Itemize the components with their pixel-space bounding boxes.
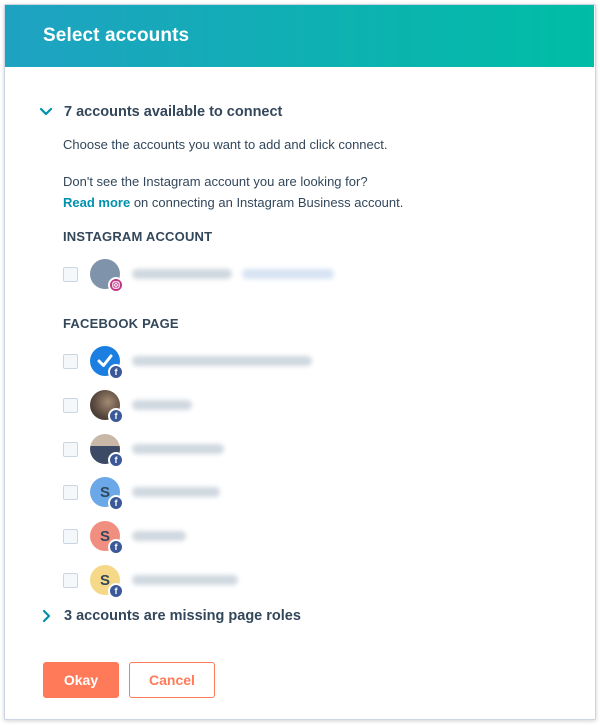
avatar: [90, 259, 124, 293]
account-handle-redacted: [242, 269, 334, 279]
chevron-down-icon: [39, 107, 53, 116]
instructions-text: Choose the accounts you want to add and …: [63, 137, 388, 152]
account-name-redacted: [132, 269, 232, 279]
account-checkbox[interactable]: [63, 266, 78, 282]
available-accounts-title: 7 accounts available to connect: [64, 104, 283, 120]
facebook-icon: f: [108, 408, 124, 424]
page-name-redacted: [132, 356, 312, 366]
facebook-page-row[interactable]: S f: [63, 563, 238, 599]
read-more-link[interactable]: Read more: [63, 195, 130, 210]
dialog-header: Select accounts: [5, 5, 594, 67]
account-checkbox[interactable]: [63, 572, 78, 588]
account-checkbox[interactable]: [63, 441, 78, 457]
facebook-page-row[interactable]: f: [63, 432, 224, 468]
available-accounts-toggle[interactable]: 7 accounts available to connect: [38, 104, 282, 120]
account-checkbox[interactable]: [63, 528, 78, 544]
facebook-page-row[interactable]: f: [63, 344, 312, 380]
account-checkbox[interactable]: [63, 397, 78, 413]
facebook-page-row[interactable]: S f: [63, 475, 220, 511]
instagram-group-heading: INSTAGRAM ACCOUNT: [63, 229, 213, 244]
chevron-right-icon: [42, 609, 51, 623]
page-name-redacted: [132, 400, 192, 410]
facebook-icon: f: [108, 495, 124, 511]
facebook-icon: f: [108, 583, 124, 599]
dialog-title: Select accounts: [43, 25, 190, 46]
avatar: f: [90, 390, 124, 424]
facebook-page-row[interactable]: S f: [63, 519, 186, 555]
okay-button[interactable]: Okay: [43, 662, 119, 698]
avatar: f: [90, 346, 124, 380]
read-more-line: Read more on connecting an Instagram Bus…: [63, 194, 403, 212]
facebook-icon: f: [108, 364, 124, 380]
facebook-icon: f: [108, 539, 124, 555]
page-name-redacted: [132, 487, 220, 497]
facebook-group-heading: FACEBOOK PAGE: [63, 316, 179, 331]
avatar: S f: [90, 521, 124, 555]
instagram-icon: [108, 277, 124, 293]
cancel-button[interactable]: Cancel: [129, 662, 215, 698]
page-name-redacted: [132, 575, 238, 585]
avatar: S f: [90, 565, 124, 599]
account-checkbox[interactable]: [63, 484, 78, 500]
avatar: f: [90, 434, 124, 468]
missing-account-notice: Don't see the Instagram account you are …: [63, 174, 368, 189]
facebook-page-row[interactable]: f: [63, 388, 192, 424]
page-name-redacted: [132, 531, 186, 541]
facebook-icon: f: [108, 452, 124, 468]
missing-roles-toggle[interactable]: 3 accounts are missing page roles: [38, 608, 301, 624]
avatar: S f: [90, 477, 124, 511]
instagram-account-row[interactable]: [63, 257, 334, 293]
page-name-redacted: [132, 444, 224, 454]
read-more-suffix: on connecting an Instagram Business acco…: [130, 195, 404, 210]
missing-roles-title: 3 accounts are missing page roles: [64, 608, 301, 624]
account-checkbox[interactable]: [63, 353, 78, 369]
